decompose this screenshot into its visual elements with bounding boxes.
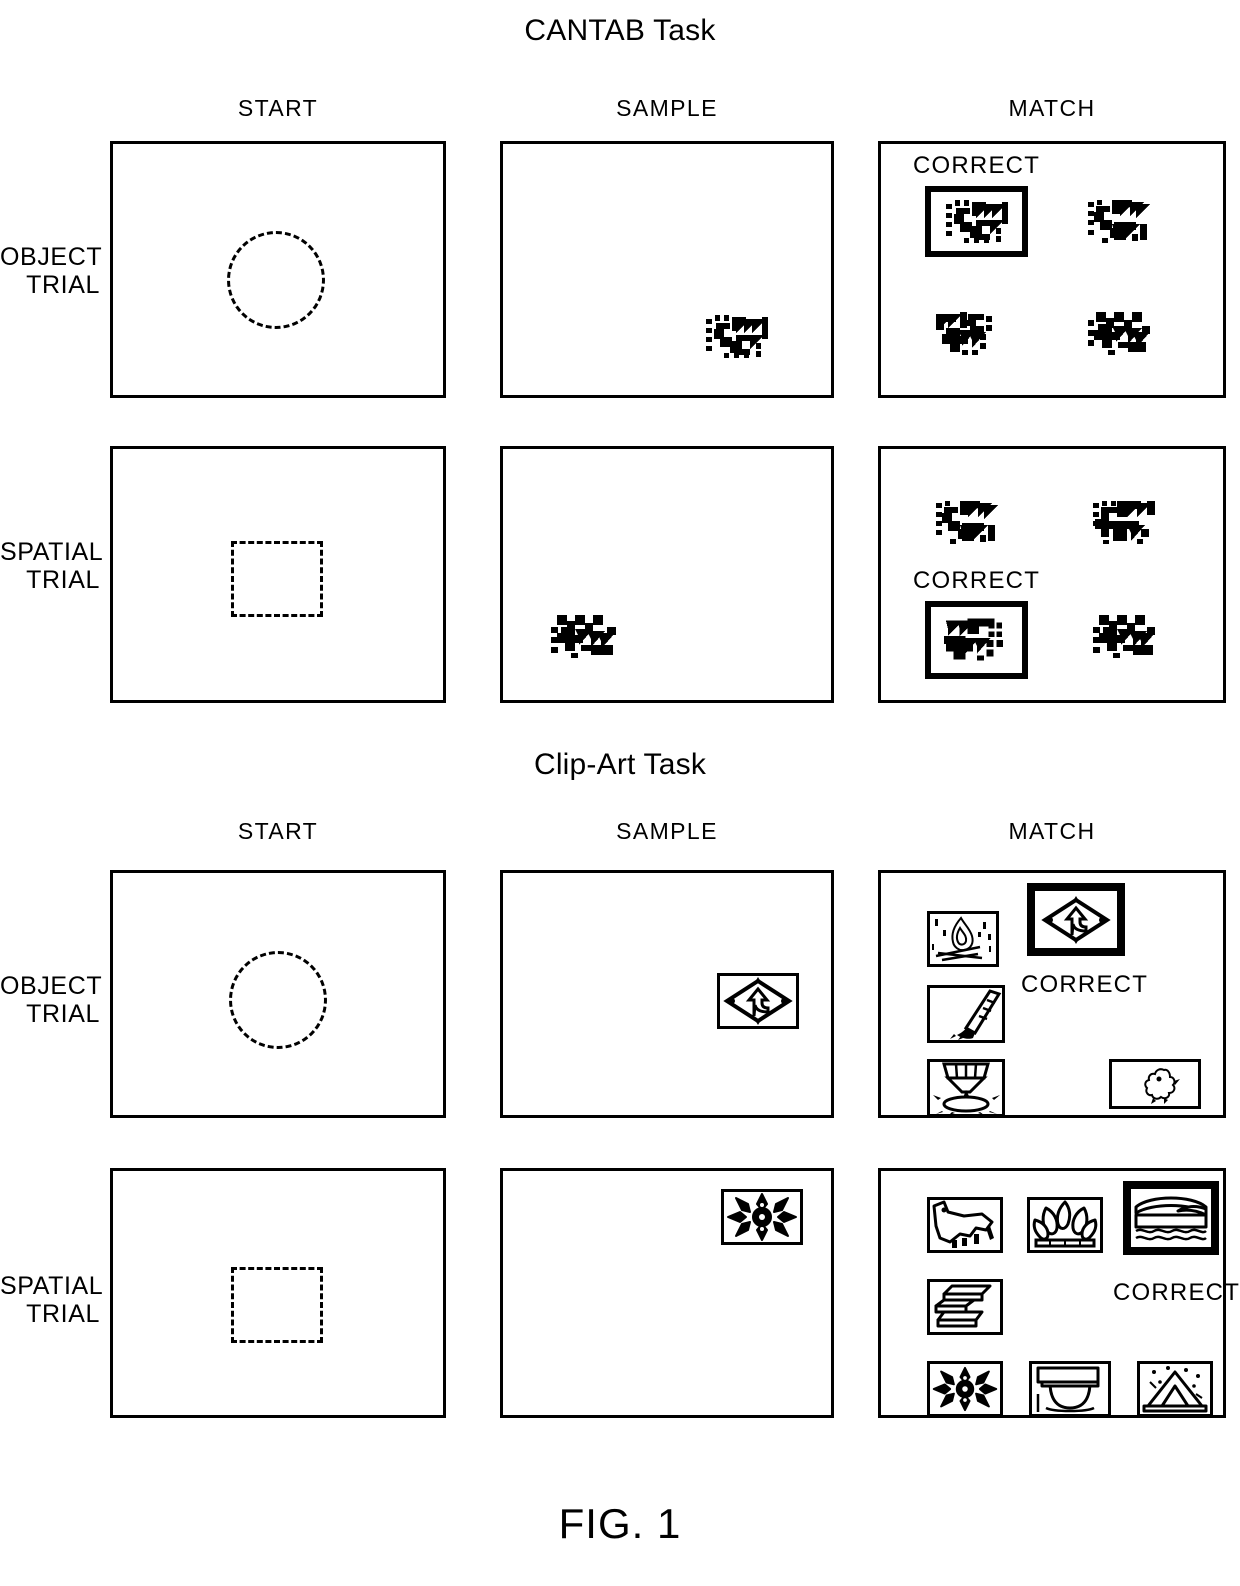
cantab-object-match-panel[interactable]: CORRECT — [878, 141, 1226, 398]
cantab-spatial-match-panel[interactable]: CORRECT — [878, 446, 1226, 703]
cantab-object-choice-correct[interactable] — [925, 186, 1028, 257]
cantab-row-label-object: OBJECT TRIAL — [0, 243, 103, 299]
clipart-task-title: Clip-Art Task — [533, 748, 707, 781]
clipart-object-sample-panel[interactable] — [500, 870, 834, 1118]
clipart-row-label-object: OBJECT TRIAL — [0, 972, 103, 1028]
clipart-row-label-spatial: SPATIAL TRIAL — [0, 1272, 104, 1328]
clipart-choice-lampshade[interactable] — [1029, 1361, 1111, 1417]
cantab-row-label-spatial: SPATIAL TRIAL — [0, 538, 104, 594]
cantab-task-title: CANTAB Task — [524, 14, 716, 47]
clipart-column-header-start: START — [237, 818, 319, 844]
cantab-object-sample-panel[interactable] — [500, 141, 834, 398]
clipart-row-label-object-line2: TRIAL — [26, 1000, 100, 1028]
clipart-spatial-correct-label: CORRECT — [1113, 1279, 1240, 1306]
clipart-row-label-object-line1: OBJECT — [0, 972, 103, 1000]
cantab-spatial-sample-panel[interactable] — [500, 446, 834, 703]
clipart-stimulus-snowflake[interactable] — [721, 1189, 803, 1245]
clipart-spatial-sample-panel[interactable] — [500, 1168, 834, 1418]
clipart-spatial-start-panel[interactable] — [110, 1168, 446, 1418]
cantab-object-correct-label: CORRECT — [913, 152, 1041, 179]
clipart-choice-chick[interactable] — [1109, 1059, 1201, 1109]
fixation-circle-icon — [229, 951, 327, 1049]
clipart-choice-stack[interactable] — [927, 1279, 1003, 1335]
clipart-choice-paintbrush[interactable] — [927, 985, 1005, 1043]
fixation-square-icon — [231, 1267, 323, 1343]
clipart-object-correct-label: CORRECT — [1021, 971, 1149, 998]
fixation-square-icon — [231, 541, 323, 617]
cantab-spatial-correct-label: CORRECT — [913, 567, 1041, 594]
cantab-spatial-start-panel[interactable] — [110, 446, 446, 703]
fixation-circle-icon — [227, 231, 325, 329]
cantab-column-header-sample: SAMPLE — [616, 95, 718, 121]
cantab-object-choice-3[interactable] — [936, 312, 998, 356]
cantab-stimulus-abstract-pattern-5[interactable] — [551, 615, 619, 659]
cantab-object-choice-4[interactable] — [1088, 312, 1150, 356]
cantab-spatial-choice-correct[interactable] — [925, 601, 1028, 679]
clipart-spatial-choice-correct[interactable] — [1123, 1181, 1219, 1255]
clipart-choice-crown[interactable] — [1027, 1197, 1103, 1253]
cantab-spatial-choice-2[interactable] — [1093, 501, 1155, 545]
clipart-column-header-sample: SAMPLE — [616, 818, 718, 844]
clipart-object-start-panel[interactable] — [110, 870, 446, 1118]
clipart-choice-tent[interactable] — [1137, 1361, 1213, 1417]
cantab-row-label-object-line2: TRIAL — [26, 271, 100, 299]
clipart-row-label-spatial-line1: SPATIAL — [0, 1272, 104, 1300]
clipart-stimulus-road-sign[interactable] — [717, 973, 799, 1029]
cantab-spatial-choice-1[interactable] — [936, 501, 998, 545]
clipart-choice-snowflake[interactable] — [927, 1361, 1003, 1417]
clipart-column-header-match: MATCH — [1008, 818, 1096, 844]
clipart-row-label-spatial-line2: TRIAL — [26, 1300, 100, 1328]
cantab-row-label-spatial-line2: TRIAL — [26, 566, 100, 594]
cantab-row-label-object-line1: OBJECT — [0, 243, 103, 271]
cantab-object-start-panel[interactable] — [110, 141, 446, 398]
clipart-choice-campfire[interactable] — [927, 911, 999, 967]
cantab-object-choice-2[interactable] — [1088, 200, 1150, 244]
clipart-choice-correct-inner — [1033, 889, 1119, 950]
cantab-column-header-match: MATCH — [1008, 95, 1096, 121]
clipart-choice-correct-inner — [1129, 1187, 1213, 1249]
cantab-stimulus-abstract-pattern-1[interactable] — [706, 315, 768, 359]
clipart-object-match-panel[interactable]: CORRECT — [878, 870, 1226, 1118]
clipart-object-choice-correct[interactable] — [1027, 883, 1125, 956]
clipart-spatial-match-panel[interactable]: CORRECT — [878, 1168, 1239, 1418]
figure-label: FIG. 1 — [558, 1500, 682, 1547]
clipart-choice-trophy[interactable] — [927, 1059, 1005, 1117]
cantab-spatial-choice-4[interactable] — [1093, 615, 1155, 659]
cantab-column-header-start: START — [237, 95, 319, 121]
clipart-choice-dog[interactable] — [927, 1197, 1003, 1253]
cantab-row-label-spatial-line1: SPATIAL — [0, 538, 104, 566]
